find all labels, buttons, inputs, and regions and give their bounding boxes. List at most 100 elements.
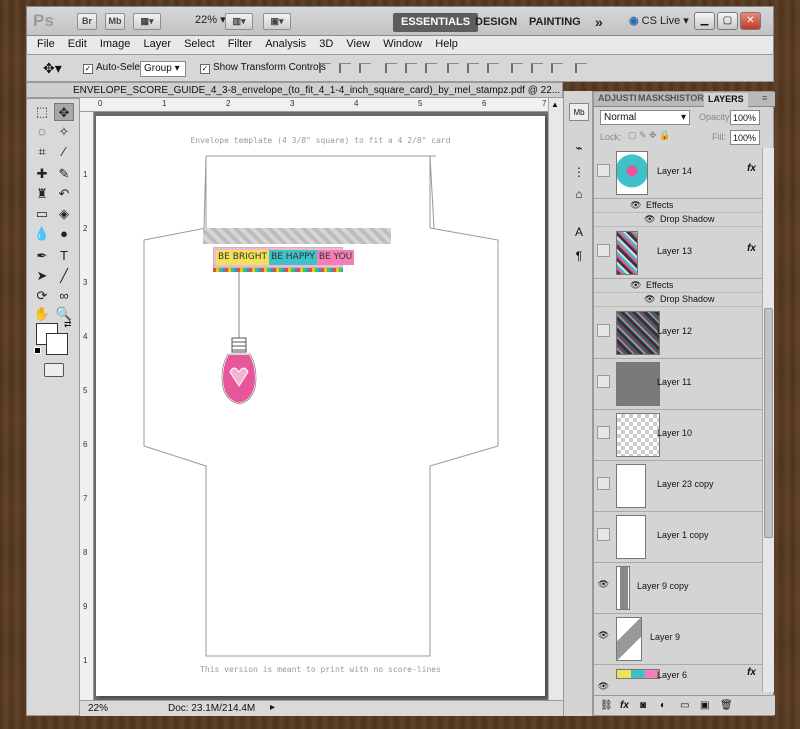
menu-3d[interactable]: 3D [319,36,333,50]
swap-colors-icon[interactable]: ⇄ [64,319,72,330]
workspace-design[interactable]: DESIGN [467,13,525,32]
menu-edit[interactable]: Edit [68,36,87,50]
layer-row[interactable]: Layer 1 copy [594,512,762,563]
menu-analysis[interactable]: Analysis [265,36,306,50]
background-color-swatch[interactable] [46,333,68,355]
auto-align-icon[interactable] [575,63,587,73]
paragraph-panel-icon[interactable]: ¶ [569,247,589,265]
view-extras-icon[interactable]: ▦▾ [133,13,161,30]
canvas-vertical-scrollbar[interactable]: ▲ [548,98,563,700]
align-right-icon[interactable] [425,63,437,73]
distribute-left-icon[interactable] [511,63,523,73]
opacity-input[interactable]: 100% [730,110,760,125]
layer-effects-icon[interactable]: fx [747,667,756,678]
history-panel-icon[interactable]: ⌁ [569,139,589,157]
3d-rotate-tool-icon[interactable]: ⟳ [32,287,52,305]
mini-bridge-panel-icon[interactable]: Mb [569,103,589,121]
document-canvas[interactable]: Envelope template (4 3/8" square) to fit… [96,116,545,696]
layer-visibility-toggle[interactable] [597,164,610,177]
move-tool-preset-icon[interactable]: ✥▾ [43,60,62,77]
menu-window[interactable]: Window [383,36,422,50]
align-horizontal-center-icon[interactable] [405,63,417,73]
move-tool-icon[interactable]: ✥ [54,103,74,121]
fill-input[interactable]: 100% [730,130,760,145]
scrollbar-thumb[interactable] [764,308,773,538]
layer-visibility-toggle[interactable] [597,244,610,257]
layer-row[interactable]: Layer 23 copy [594,461,762,512]
layer-row[interactable]: Layer 14 fx [594,148,762,199]
effects-row[interactable]: 👁 Effects [594,279,762,293]
new-layer-icon[interactable]: ▣ [700,700,709,711]
show-transform-controls-checkbox[interactable]: ✓ Show Transform Controls [200,62,326,74]
align-top-icon[interactable] [319,63,331,73]
tab-masks[interactable]: MASKS [638,93,671,103]
quick-selection-tool-icon[interactable]: ✧ [54,123,74,141]
tab-history[interactable]: HISTOR [670,93,704,103]
visibility-eye-icon[interactable]: 👁 [597,681,610,692]
menu-image[interactable]: Image [100,36,131,50]
screen-mode-icon[interactable]: ▣▾ [263,13,291,30]
effect-visibility-icon[interactable]: 👁 [630,280,641,291]
menu-file[interactable]: File [37,36,55,50]
add-mask-icon[interactable]: ◙ [640,700,646,711]
distribute-bottom-icon[interactable] [487,63,499,73]
align-left-icon[interactable] [385,63,397,73]
layer-visibility-toggle[interactable] [597,324,610,337]
tool-presets-panel-icon[interactable]: ⌂ [569,185,589,203]
zoom-level-select[interactable]: 22% ▾ [195,13,226,26]
scroll-up-icon[interactable]: ▲ [551,100,559,109]
visibility-eye-icon[interactable]: 👁 [597,579,610,592]
layer-row[interactable]: Layer 11 [594,359,762,410]
status-zoom[interactable]: 22% [88,703,108,714]
eraser-tool-icon[interactable]: ▭ [32,205,52,223]
distribute-center-icon[interactable] [467,63,479,73]
workspace-painting[interactable]: PAINTING [521,13,589,32]
arrange-documents-icon[interactable]: ▥▾ [225,13,253,30]
character-panel-icon[interactable]: A [569,223,589,241]
distribute-top-icon[interactable] [447,63,459,73]
layer-visibility-toggle[interactable] [597,528,610,541]
add-style-icon[interactable]: fx [620,700,629,711]
maximize-button[interactable]: ▢ [717,12,738,30]
paint-bucket-tool-icon[interactable]: ◈ [54,205,74,223]
blend-mode-select[interactable]: Normal ▾ [600,110,690,125]
layer-row[interactable]: 👁 Layer 9 [594,614,762,665]
mini-bridge-button[interactable]: Mb [105,13,125,30]
type-tool-icon[interactable]: T [54,247,74,265]
distribute-hcenter-icon[interactable] [531,63,543,73]
align-bottom-icon[interactable] [359,63,371,73]
visibility-eye-icon[interactable]: 👁 [597,630,610,643]
drop-shadow-row[interactable]: 👁 Drop Shadow [594,293,762,307]
menu-layer[interactable]: Layer [143,36,171,50]
layer-visibility-toggle[interactable] [597,375,610,388]
minimize-button[interactable]: ▁ [694,12,715,30]
lasso-tool-icon[interactable]: ◌ [32,123,52,141]
dodge-tool-icon[interactable]: ● [54,225,74,243]
hand-tool-icon[interactable]: ✋ [32,305,52,323]
layer-visibility-toggle[interactable] [597,426,610,439]
menu-view[interactable]: View [346,36,370,50]
clone-stamp-tool-icon[interactable]: ♜ [32,185,52,203]
crop-tool-icon[interactable]: ⌗ [32,143,52,161]
link-layers-icon[interactable]: ⛓ [600,700,613,711]
status-menu-icon[interactable]: ▸ [270,702,275,713]
layers-scrollbar[interactable] [762,148,774,692]
cs-live-button[interactable]: ◉ CS Live ▾ [629,14,689,27]
layer-row[interactable]: Layer 12 [594,308,762,359]
history-brush-tool-icon[interactable]: ↶ [54,185,74,203]
brush-tool-icon[interactable]: ✎ [54,165,74,183]
bridge-button[interactable]: Br [77,13,97,30]
marquee-tool-icon[interactable]: ⬚ [32,103,52,121]
layer-row[interactable]: Layer 13 fx [594,228,762,279]
effect-visibility-icon[interactable]: 👁 [644,214,655,225]
actions-panel-icon[interactable]: ⋮ [569,163,589,181]
effect-visibility-icon[interactable]: 👁 [644,294,655,305]
new-group-icon[interactable]: ▭ [680,700,689,711]
layer-row[interactable]: Layer 10 [594,410,762,461]
effects-row[interactable]: 👁 Effects [594,199,762,213]
3d-orbit-tool-icon[interactable]: ∞ [54,287,74,305]
layer-visibility-toggle[interactable] [597,477,610,490]
menu-filter[interactable]: Filter [228,36,252,50]
menu-select[interactable]: Select [184,36,215,50]
auto-select-target-select[interactable]: Group ▾ [140,61,186,77]
